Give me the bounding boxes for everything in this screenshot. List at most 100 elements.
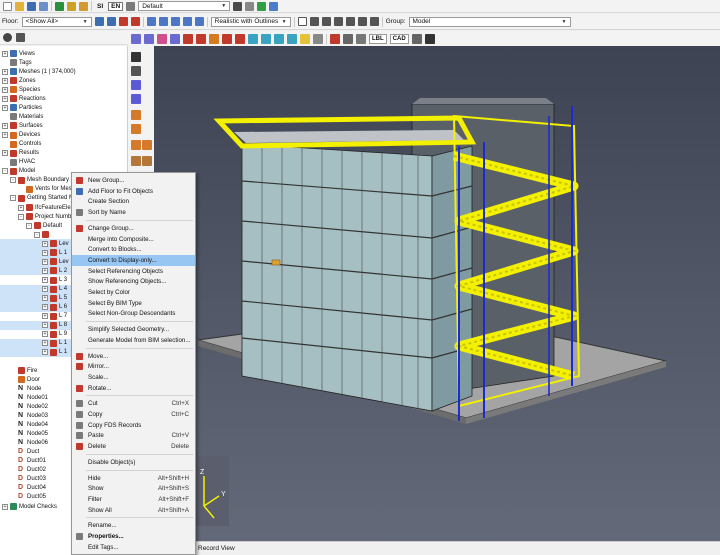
- expand-icon[interactable]: +: [42, 349, 48, 356]
- surface-tool-icon[interactable]: [183, 33, 193, 44]
- texture-icon[interactable]: [356, 33, 366, 44]
- expand-icon[interactable]: +: [2, 86, 8, 93]
- menu-item[interactable]: Merge into Composite...: [72, 234, 195, 245]
- si-units-button[interactable]: SI: [95, 3, 105, 10]
- outline-toggle-icon[interactable]: [313, 33, 323, 44]
- select-pointer-icon[interactable]: [297, 17, 307, 26]
- tree-item[interactable]: Controls: [0, 140, 127, 149]
- vent-tool-icon[interactable]: [157, 33, 167, 44]
- menu-item[interactable]: Disable Object(s): [72, 457, 195, 468]
- menu-item[interactable]: Scale...: [72, 372, 195, 383]
- expand-icon[interactable]: +: [42, 304, 48, 311]
- expand-icon[interactable]: +: [2, 95, 8, 102]
- expand-icon[interactable]: +: [42, 267, 48, 274]
- menu-item[interactable]: Rename...: [72, 520, 195, 531]
- menu-item[interactable]: Select Non-Group Descendants: [72, 308, 195, 319]
- collapse-icon[interactable]: -: [10, 195, 16, 202]
- back-view-icon[interactable]: [194, 17, 204, 26]
- menu-item[interactable]: Copy Ctrl+C: [72, 409, 195, 420]
- menu-item[interactable]: Show Alt+Shift+S: [72, 483, 195, 494]
- expand-icon[interactable]: +: [42, 258, 48, 265]
- vertex-tool-icon[interactable]: [131, 66, 141, 76]
- ruler-tool-icon[interactable]: [261, 33, 271, 44]
- save-icon[interactable]: [27, 1, 36, 11]
- view-settings-icon[interactable]: [126, 1, 136, 11]
- tree-item[interactable]: + Species: [0, 85, 127, 94]
- floor-down-icon[interactable]: [106, 17, 116, 26]
- tree-item[interactable]: + Views: [0, 49, 127, 58]
- menu-item[interactable]: New Group...: [72, 175, 195, 186]
- orbit-icon[interactable]: [333, 17, 343, 26]
- tree-item[interactable]: HVAC: [0, 158, 127, 167]
- menu-item[interactable]: Edit Tags...: [72, 542, 195, 553]
- tree-item[interactable]: Materials: [0, 112, 127, 121]
- menu-item[interactable]: Select Referencing Objects: [72, 266, 195, 277]
- collapse-icon[interactable]: -: [10, 177, 16, 184]
- menu-item[interactable]: Generate Model from BIM selection...: [72, 335, 195, 346]
- light-bulb-icon[interactable]: [300, 33, 310, 44]
- undo-icon[interactable]: [55, 1, 64, 11]
- render-settings-icon[interactable]: [245, 1, 255, 11]
- zoom-extents-icon[interactable]: [369, 17, 379, 26]
- tree-item[interactable]: Tags: [0, 58, 127, 67]
- expand-icon[interactable]: +: [42, 249, 48, 256]
- en-units-button[interactable]: EN: [108, 1, 124, 11]
- expand-icon[interactable]: +: [2, 503, 8, 510]
- wall-tool-icon[interactable]: [222, 33, 232, 44]
- record-view-button[interactable]: Record View: [198, 545, 235, 552]
- roof-draw-icon[interactable]: [142, 140, 152, 150]
- tree-item[interactable]: + Reactions: [0, 94, 127, 103]
- expand-icon[interactable]: +: [42, 340, 48, 347]
- box-tool-icon[interactable]: [131, 80, 141, 90]
- menu-item[interactable]: Change Group...: [72, 223, 195, 234]
- menu-item[interactable]: Mirror...: [72, 361, 195, 372]
- expand-icon[interactable]: +: [2, 50, 8, 57]
- top-view-icon[interactable]: [158, 17, 168, 26]
- scale-tool-icon[interactable]: [287, 33, 297, 44]
- tools-icon[interactable]: [79, 1, 88, 11]
- clipping-icon[interactable]: [411, 33, 422, 44]
- smokeview-icon[interactable]: [269, 1, 279, 11]
- render-mode-select[interactable]: Realistic with Outlines ▼: [210, 16, 291, 27]
- window-draw-icon[interactable]: [142, 156, 152, 166]
- menu-item[interactable]: Show All Alt+Shift+A: [72, 505, 195, 516]
- collapse-icon[interactable]: -: [2, 168, 8, 175]
- menu-item[interactable]: Select by Color: [72, 287, 195, 298]
- expand-icon[interactable]: +: [42, 295, 48, 302]
- redo-icon[interactable]: [67, 1, 76, 11]
- camera-icon[interactable]: [233, 1, 243, 11]
- tree-item[interactable]: + Results: [0, 149, 127, 158]
- door-draw-icon[interactable]: [131, 156, 141, 166]
- menu-item[interactable]: Simplify Selected Geometry...: [72, 324, 195, 335]
- save-as-icon[interactable]: [39, 1, 48, 11]
- expand-icon[interactable]: +: [42, 240, 48, 247]
- tree-item[interactable]: + Surfaces: [0, 121, 127, 130]
- mesh-tool-icon[interactable]: [170, 33, 180, 44]
- menu-item[interactable]: Convert to Display-only...: [72, 254, 195, 266]
- collapse-icon[interactable]: -: [26, 222, 32, 229]
- open-folder-icon[interactable]: [15, 1, 24, 11]
- menu-item[interactable]: Filter Alt+Shift+F: [72, 494, 195, 505]
- cube-view-icon[interactable]: [146, 17, 156, 26]
- filter-icon[interactable]: [16, 33, 25, 42]
- menu-item[interactable]: Properties...: [72, 531, 195, 542]
- measure-icon[interactable]: [343, 33, 353, 44]
- menu-item[interactable]: Rotate...: [72, 383, 195, 394]
- pointer-tool-icon[interactable]: [131, 52, 141, 62]
- tree-item[interactable]: + Devices: [0, 131, 127, 140]
- label-toggle-button[interactable]: LBL: [369, 33, 387, 44]
- cad-toggle-button[interactable]: CAD: [389, 33, 409, 44]
- tree-item[interactable]: + Particles: [0, 103, 127, 112]
- tree-item[interactable]: + Meshes (1 | 374,000): [0, 67, 127, 76]
- menu-item[interactable]: Add Floor to Fit Objects: [72, 186, 195, 197]
- menu-item[interactable]: Delete Delete: [72, 441, 195, 452]
- annotation-icon[interactable]: [330, 33, 340, 44]
- move-tool-icon[interactable]: [274, 33, 284, 44]
- menu-item[interactable]: Paste Ctrl+V: [72, 430, 195, 441]
- front-view-icon[interactable]: [170, 17, 180, 26]
- menu-item[interactable]: Cut Ctrl+X: [72, 398, 195, 409]
- stair-draw-icon[interactable]: [131, 140, 141, 150]
- expand-icon[interactable]: +: [2, 132, 8, 139]
- expand-icon[interactable]: +: [42, 313, 48, 320]
- side-view-icon[interactable]: [182, 17, 192, 26]
